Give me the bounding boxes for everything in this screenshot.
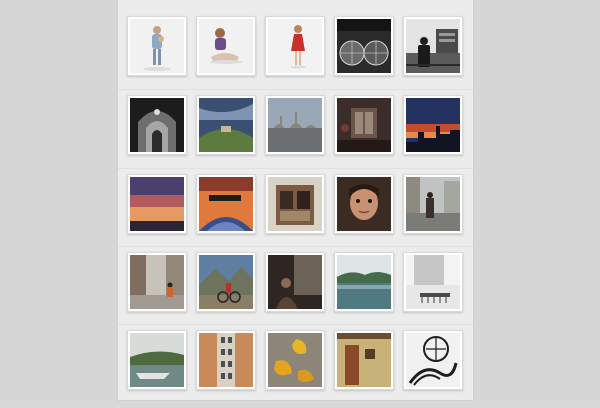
photo-thumbnail-hill-under-sky[interactable]: [196, 95, 256, 155]
photo-image: [406, 98, 460, 152]
photo-image: [130, 255, 184, 309]
photo-image: [199, 98, 253, 152]
photo-thumbnail-man-street[interactable]: [403, 174, 463, 234]
photo-thumbnail-mosque-interior[interactable]: [127, 95, 187, 155]
photo-thumbnail-spiral-structure[interactable]: [403, 330, 463, 390]
gallery-row: [118, 16, 473, 94]
photo-thumbnail-boat-bow-sunset[interactable]: [196, 174, 256, 234]
photo-thumbnail-river-boat[interactable]: [127, 330, 187, 390]
photo-thumbnail-window-shutters[interactable]: [265, 174, 325, 234]
photo-image: [199, 333, 253, 387]
photo-thumbnail-building-facade[interactable]: [196, 330, 256, 390]
photo-image: [337, 177, 391, 231]
photo-thumbnail-cyclist-mountain[interactable]: [196, 252, 256, 312]
photo-thumbnail-man-ferry[interactable]: [403, 16, 463, 76]
photo-thumbnail-child-sitting[interactable]: [196, 16, 256, 76]
photo-image: [337, 333, 391, 387]
photo-image: [130, 177, 184, 231]
photo-image: [268, 98, 322, 152]
photo-image: [199, 255, 253, 309]
gallery-row: [118, 168, 473, 252]
photo-thumbnail-sunset-skyline[interactable]: [403, 95, 463, 155]
gallery-row: [118, 246, 473, 330]
gallery-column: [118, 0, 473, 400]
page: [0, 0, 600, 400]
photo-image: [268, 19, 322, 73]
photo-thumbnail-street-scene[interactable]: [127, 252, 187, 312]
photo-thumbnail-child-portrait[interactable]: [127, 16, 187, 76]
photo-image: [130, 98, 184, 152]
photo-thumbnail-pier-in-fog[interactable]: [403, 252, 463, 312]
photo-thumbnail-figure-in-shadow[interactable]: [265, 252, 325, 312]
photo-thumbnail-city-skyline[interactable]: [265, 95, 325, 155]
photo-image: [268, 177, 322, 231]
photo-image: [406, 255, 460, 309]
photo-image: [337, 19, 391, 73]
gallery-row: [118, 324, 473, 408]
photo-thumbnail-lake-reflection[interactable]: [334, 252, 394, 312]
photo-image: [130, 333, 184, 387]
photo-image: [199, 177, 253, 231]
photo-image: [268, 255, 322, 309]
photo-image: [406, 19, 460, 73]
photo-thumbnail-wooden-door[interactable]: [334, 330, 394, 390]
photo-image: [337, 255, 391, 309]
photo-image: [268, 333, 322, 387]
photo-image: [406, 177, 460, 231]
photo-image: [130, 19, 184, 73]
photo-thumbnail-child-red-dress[interactable]: [265, 16, 325, 76]
photo-thumbnail-glass-domes[interactable]: [334, 16, 394, 76]
photo-image: [337, 98, 391, 152]
photo-image: [199, 19, 253, 73]
photo-thumbnail-child-face[interactable]: [334, 174, 394, 234]
photo-thumbnail-sunset-clouds[interactable]: [127, 174, 187, 234]
photo-thumbnail-autumn-leaves[interactable]: [265, 330, 325, 390]
gallery-row: [118, 89, 473, 173]
photo-thumbnail-dark-interior-window[interactable]: [334, 95, 394, 155]
photo-image: [406, 333, 460, 387]
